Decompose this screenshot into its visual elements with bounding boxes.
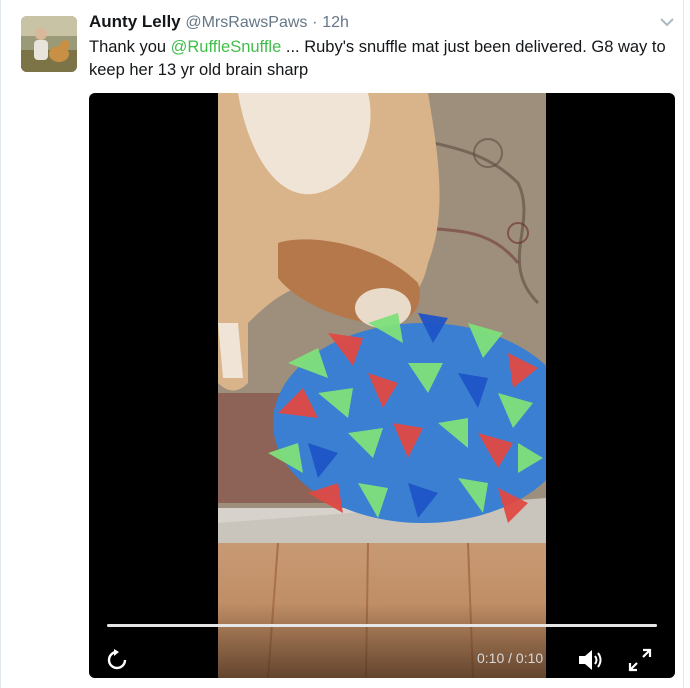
video-controls: 0:10 / 0:10 (89, 603, 675, 678)
volume-icon[interactable] (577, 647, 605, 673)
replay-icon[interactable] (105, 648, 129, 672)
video-player[interactable]: 0:10 / 0:10 (89, 93, 675, 678)
tweet-text: Thank you @RuffleSnuffle ... Ruby's snuf… (89, 36, 669, 82)
author-handle[interactable]: @MrsRawsPaws (185, 14, 307, 31)
avatar[interactable] (21, 16, 77, 72)
progress-bar[interactable] (107, 624, 657, 627)
separator-dot: · (312, 14, 318, 31)
tweet-header: Aunty Lelly @MrsRawsPaws · 12h (89, 12, 349, 34)
progress-fill (107, 624, 657, 627)
mention-link[interactable]: @RuffleSnuffle (171, 38, 282, 56)
tweet-card[interactable]: Aunty Lelly @MrsRawsPaws · 12h Thank you… (0, 0, 684, 688)
video-timecode: 0:10 / 0:10 (477, 650, 543, 666)
video-still (218, 93, 546, 678)
avatar-image (21, 16, 77, 72)
tweet-timestamp[interactable]: 12h (322, 14, 349, 31)
duration: 0:10 (515, 650, 544, 666)
chevron-down-icon[interactable] (657, 12, 677, 32)
time-separator: / (504, 650, 516, 666)
author-name[interactable]: Aunty Lelly (89, 12, 181, 31)
current-time: 0:10 (477, 650, 505, 666)
video-frame[interactable] (218, 93, 546, 678)
tweet-text-before: Thank you (89, 38, 171, 56)
fullscreen-icon[interactable] (627, 647, 653, 673)
